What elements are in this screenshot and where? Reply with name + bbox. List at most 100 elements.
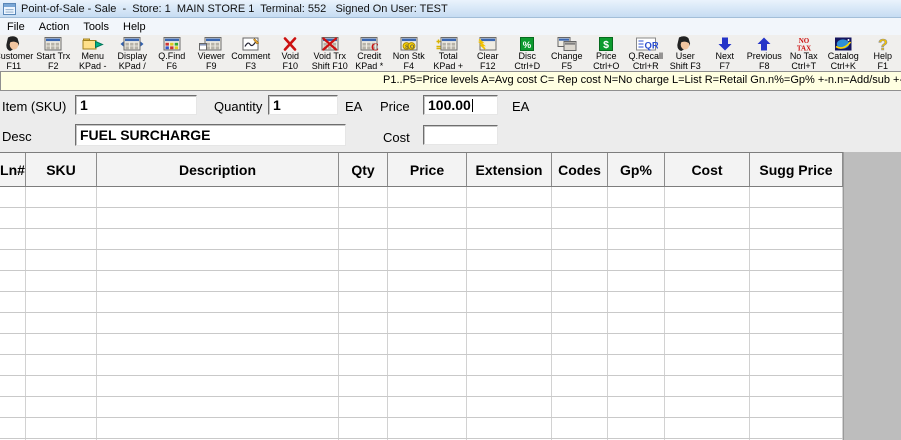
table-row[interactable]: [0, 397, 843, 418]
toolbar-button-shortcut: F6: [166, 62, 177, 72]
toolbar: CustomerF11Start TrxF2MenuKPad -DisplayK…: [0, 35, 901, 71]
table-cell: [750, 418, 843, 438]
toolbar-button-shortcut: Ctrl+O: [593, 62, 619, 72]
start-trx-icon: [41, 36, 65, 52]
app-icon: [3, 3, 16, 15]
table-row[interactable]: [0, 271, 843, 292]
toolbar-button-void-trx[interactable]: Void TrxShift F10: [310, 35, 350, 71]
table-row[interactable]: [0, 334, 843, 355]
table-cell: [665, 334, 750, 354]
table-cell: [26, 313, 97, 333]
text-caret: [472, 99, 473, 112]
table-cell: [339, 418, 388, 438]
menu-item-tools[interactable]: Tools: [76, 20, 116, 34]
menu-item-action[interactable]: Action: [32, 20, 77, 34]
toolbar-button-shortcut: Shift F3: [670, 62, 701, 72]
table-cell: [552, 355, 608, 375]
table-row[interactable]: [0, 355, 843, 376]
toolbar-button-menu[interactable]: MenuKPad -: [73, 35, 113, 71]
table-cell: [750, 229, 843, 249]
svg-text:?: ?: [878, 37, 888, 52]
table-row[interactable]: [0, 250, 843, 271]
toolbar-button-clear[interactable]: ClearF12: [468, 35, 508, 71]
table-row[interactable]: [0, 208, 843, 229]
table-cell: [750, 313, 843, 333]
toolbar-button-display[interactable]: DisplayKPad /: [113, 35, 153, 71]
toolbar-button-total[interactable]: TotalKPad +: [429, 35, 469, 71]
toolbar-button-customer[interactable]: CustomerF11: [0, 35, 34, 71]
table-cell: [665, 397, 750, 417]
toolbar-button-next[interactable]: NextF7: [705, 35, 745, 71]
toolbar-button-qrecall[interactable]: QRQ.RecallCtrl+R: [626, 35, 666, 71]
toolbar-button-catalog[interactable]: CatalogCtrl+K: [824, 35, 864, 71]
toolbar-button-shortcut: Ctrl+K: [831, 62, 856, 72]
toolbar-button-change[interactable]: ChangeF5: [547, 35, 587, 71]
desc-field[interactable]: FUEL SURCHARGE: [75, 124, 346, 146]
column-header-qty: Qty: [339, 153, 388, 186]
toolbar-button-credit[interactable]: CCreditKPad *: [350, 35, 390, 71]
toolbar-button-disc[interactable]: %DiscCtrl+D: [508, 35, 548, 71]
customer-icon: [2, 36, 26, 52]
svg-text:%: %: [523, 40, 532, 51]
cost-field[interactable]: [423, 125, 498, 145]
toolbar-button-viewer[interactable]: ViewerF9: [192, 35, 232, 71]
table-cell: [608, 187, 665, 207]
table-cell: [750, 208, 843, 228]
table-row[interactable]: [0, 229, 843, 250]
table-cell: [0, 376, 26, 396]
toolbar-button-previous[interactable]: PreviousF8: [745, 35, 785, 71]
table-cell: [608, 292, 665, 312]
table-row[interactable]: [0, 418, 843, 439]
table-cell: [0, 292, 26, 312]
toolbar-button-shortcut: F3: [245, 62, 256, 72]
table-cell: [552, 292, 608, 312]
toolbar-button-qfind[interactable]: Q.FindF6: [152, 35, 192, 71]
table-cell: [552, 250, 608, 270]
menubar: FileActionToolsHelp: [0, 18, 901, 35]
toolbar-button-user[interactable]: UserShift F3: [666, 35, 706, 71]
table-cell: [26, 208, 97, 228]
table-cell: [608, 397, 665, 417]
table-row[interactable]: [0, 313, 843, 334]
table-cell: [97, 313, 339, 333]
toolbar-button-shortcut: Ctrl+T: [791, 62, 816, 72]
toolbar-button-non-stk[interactable]: SONon StkF4: [389, 35, 429, 71]
credit-icon: C: [357, 36, 381, 52]
table-row[interactable]: [0, 292, 843, 313]
table-cell: [0, 229, 26, 249]
menu-item-help[interactable]: Help: [116, 20, 153, 34]
table-cell: [467, 229, 552, 249]
table-cell: [0, 271, 26, 291]
toolbar-button-no-tax[interactable]: NOTAXNo TaxCtrl+T: [784, 35, 824, 71]
price-field[interactable]: 100.00: [423, 95, 498, 115]
table-cell: [97, 418, 339, 438]
quantity-label: Quantity: [214, 99, 262, 114]
table-cell: [339, 187, 388, 207]
void-icon: [278, 36, 302, 52]
item-sku-label: Item (SKU): [2, 99, 66, 114]
toolbar-button-void[interactable]: VoidF10: [271, 35, 311, 71]
table-cell: [552, 187, 608, 207]
quantity-field[interactable]: 1: [268, 95, 338, 115]
toolbar-button-shortcut: F7: [719, 62, 730, 72]
toolbar-button-help[interactable]: ?HelpF1: [863, 35, 901, 71]
table-cell: [608, 229, 665, 249]
menu-item-file[interactable]: File: [0, 20, 32, 34]
titlebar: Point-of-Sale - Sale - Store: 1 MAIN STO…: [0, 0, 901, 18]
item-sku-field[interactable]: 1: [75, 95, 197, 115]
quick-find-icon: [160, 36, 184, 52]
column-header-sku: SKU: [26, 153, 97, 186]
column-header-extension: Extension: [467, 153, 552, 186]
table-cell: [665, 292, 750, 312]
toolbar-button-start-trx[interactable]: Start TrxF2: [34, 35, 74, 71]
table-row[interactable]: [0, 376, 843, 397]
table-cell: [339, 334, 388, 354]
toolbar-button-shortcut: F12: [480, 62, 496, 72]
toolbar-button-price[interactable]: $PriceCtrl+O: [587, 35, 627, 71]
toolbar-button-comment[interactable]: CommentF3: [231, 35, 271, 71]
table-cell: [97, 229, 339, 249]
table-row[interactable]: [0, 187, 843, 208]
table-cell: [665, 208, 750, 228]
window-title: Point-of-Sale - Sale - Store: 1 MAIN STO…: [21, 3, 448, 15]
table-cell: [608, 376, 665, 396]
